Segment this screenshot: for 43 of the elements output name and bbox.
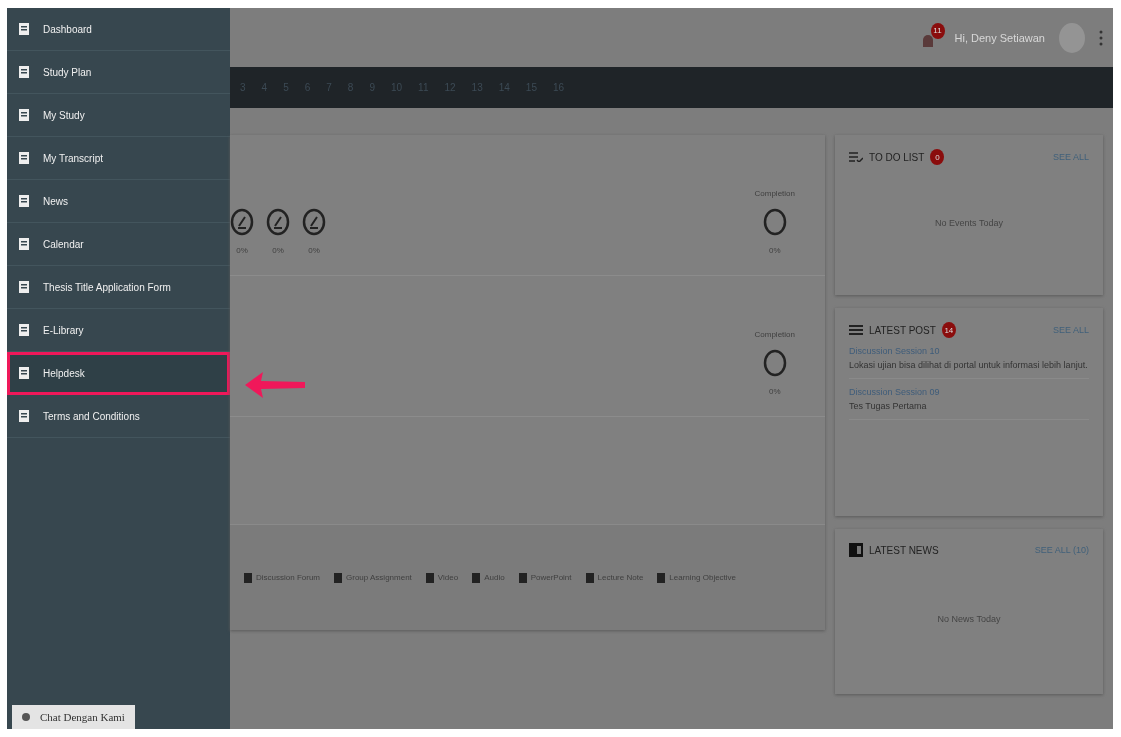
document-icon	[19, 238, 29, 250]
legend-icon	[244, 572, 252, 583]
legend-icon	[334, 572, 342, 583]
see-all-link[interactable]: SEE ALL	[1052, 152, 1089, 162]
document-icon	[19, 23, 29, 35]
chat-button[interactable]: Chat Dengan Kami	[12, 705, 135, 729]
document-icon	[19, 152, 29, 164]
progress-ring-icon	[762, 349, 787, 377]
post-link[interactable]: Discussion Session 09	[849, 387, 1089, 397]
card-title: TO DO LIST	[869, 151, 925, 163]
pencil-circle-icon	[266, 208, 290, 236]
checklist-icon	[849, 152, 863, 162]
more-icon[interactable]	[1099, 29, 1103, 46]
post-excerpt: Tes Tugas Pertama	[849, 401, 928, 411]
card-title: LATEST POST	[869, 324, 936, 336]
document-icon	[19, 195, 29, 207]
legend-icon	[425, 572, 434, 583]
legend-icon	[472, 572, 481, 583]
list-icon	[849, 325, 863, 335]
user-greeting: Hi, Deny Setiawan	[954, 31, 1045, 44]
book-icon	[849, 543, 863, 557]
count-badge: 14	[941, 322, 956, 338]
count-badge: 0	[930, 149, 945, 165]
document-icon	[19, 109, 29, 121]
document-icon	[19, 410, 29, 422]
see-all-link[interactable]: SEE ALL	[1052, 325, 1089, 335]
pencil-circle-icon	[302, 208, 326, 236]
legend-icon	[657, 572, 666, 583]
document-icon	[19, 367, 29, 379]
card-title: LATEST NEWS	[869, 544, 939, 556]
arrow-annotation	[245, 370, 305, 400]
document-icon	[19, 66, 29, 78]
notification-badge: 11	[930, 22, 945, 39]
document-icon	[19, 281, 29, 293]
pencil-circle-icon	[230, 208, 254, 236]
legend-icon	[518, 572, 527, 583]
document-icon	[19, 324, 29, 336]
post-link[interactable]: Discussion Session 10	[849, 346, 1089, 356]
empty-message: No News Today	[936, 612, 1002, 626]
progress-ring-icon	[762, 208, 787, 236]
sidebar-item[interactable]: Helpdesk	[7, 352, 230, 395]
post-excerpt: Lokasi ujian bisa dilihat di portal untuk informasi lebih lanjut.	[849, 360, 1089, 370]
legend-icon	[585, 572, 594, 583]
